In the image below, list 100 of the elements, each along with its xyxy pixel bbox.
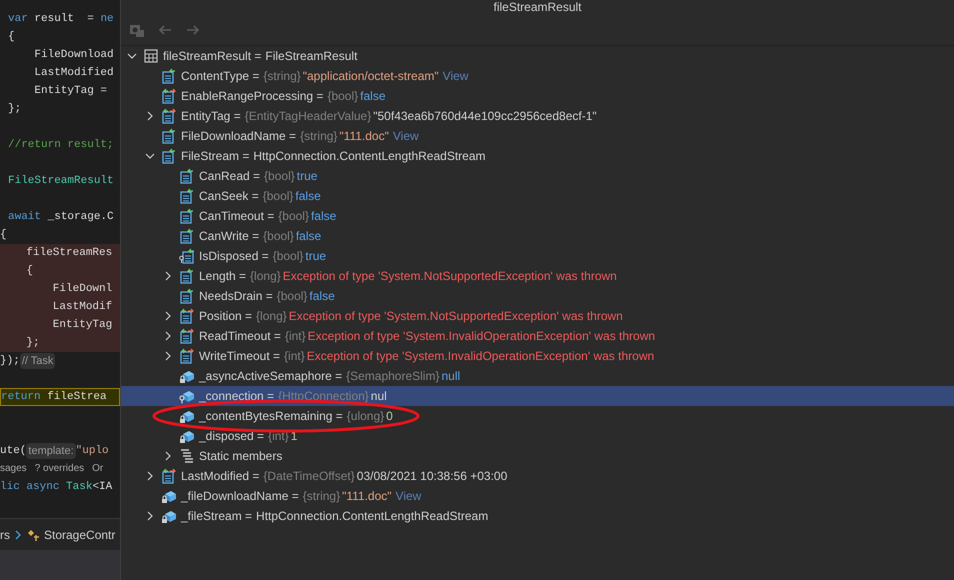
breadcrumb-item[interactable]: StorageContr	[44, 526, 116, 544]
tree-row[interactable]: _contentBytesRemaining = {ulong} 0	[121, 406, 954, 426]
tree-row[interactable]: WriteTimeout = {int} Exception of type 'System.InvalidOperationException' was thrown	[121, 346, 954, 366]
chevron-down-icon[interactable]	[127, 51, 137, 61]
view-link[interactable]: View	[442, 67, 468, 85]
key-field-icon	[179, 388, 195, 404]
variable-name: _fileDownloadName =	[181, 488, 299, 505]
lock-field-icon	[161, 488, 177, 504]
tree-row[interactable]: ContentType = {string} "application/octet-stream" View	[121, 66, 954, 86]
code-text: _storage.C	[46, 210, 114, 225]
property-icon	[179, 188, 195, 204]
variable-type: {HttpConnection}	[278, 388, 369, 405]
variable-value: Exception of type 'System.NotSupportedException' was thrown	[288, 308, 623, 325]
code-text: //return result;	[8, 138, 114, 153]
property-icon	[161, 148, 177, 164]
variable-name: Position =	[199, 308, 252, 325]
class-icon	[26, 528, 40, 542]
variable-value: false	[295, 188, 321, 205]
code-lens[interactable]: ? overrides	[34, 461, 92, 477]
lock-field-icon	[179, 408, 195, 424]
view-link[interactable]: View	[392, 127, 419, 145]
variable-value: null	[441, 368, 460, 385]
chevron-icon	[14, 530, 22, 540]
tree-row[interactable]: Position = {long} Exception of type 'System.NotSupportedException' was thrown	[121, 306, 954, 326]
code-text: FileDownl	[52, 282, 112, 297]
variable-name: CanSeek =	[199, 188, 259, 205]
tree-row[interactable]: FileStream = HttpConnection.ContentLengthReadStream	[121, 146, 954, 166]
variable-type: {bool}	[262, 188, 294, 205]
property-icon	[179, 228, 195, 244]
chevron-right-icon[interactable]	[145, 111, 155, 121]
view-link[interactable]: View	[396, 487, 422, 505]
code-text: EntityTag	[52, 318, 112, 333]
chevron-right-icon[interactable]	[163, 271, 173, 281]
property-icon	[179, 348, 195, 364]
tree-row[interactable]: fileStreamResult = FileStreamResult	[121, 46, 954, 66]
variable-name: NeedsDrain =	[199, 288, 273, 305]
property-icon	[161, 468, 177, 484]
tree-row[interactable]: CanTimeout = {bool} false	[121, 206, 954, 226]
tree-row[interactable]: CanWrite = {bool} false	[121, 226, 954, 246]
code-text: lic	[0, 480, 20, 495]
tree-row[interactable]: EntityTag = {EntityTagHeaderValue} "50f43ea6b760d44e109cc2956ced8ecf-1"	[121, 106, 954, 126]
tree-row[interactable]: CanRead = {bool} true	[121, 166, 954, 186]
code-text: Task	[65, 480, 92, 495]
variable-name: EntityTag =	[181, 108, 241, 125]
variable-type: {bool}	[327, 88, 358, 105]
variable-name: ContentType =	[181, 68, 260, 85]
chevron-down-icon[interactable]	[145, 151, 155, 161]
variable-type: {bool}	[278, 208, 309, 225]
tree-row[interactable]: ReadTimeout = {int} Exception of type 'System.InvalidOperationException' was thrown	[121, 326, 954, 346]
property-icon	[179, 248, 195, 264]
tree-row[interactable]: LastModified = {DateTimeOffset} 03/08/2021 10:38:56 +03:00	[121, 466, 954, 486]
tree-row[interactable]: Static members	[121, 446, 954, 466]
chevron-right-icon[interactable]	[145, 471, 155, 481]
code-text: await	[8, 210, 42, 225]
variable-type: {string}	[263, 68, 301, 85]
code-text: fileStrea	[46, 390, 107, 405]
chevron-right-icon[interactable]	[145, 511, 155, 521]
variable-value: HttpConnection.ContentLengthReadStream	[253, 148, 486, 165]
variable-value: 0	[386, 408, 393, 425]
tree-row[interactable]: IsDisposed = {bool} true	[121, 246, 954, 266]
variable-name: FileDownloadName =	[181, 128, 296, 145]
variable-name: ReadTimeout =	[199, 328, 281, 345]
variable-name: WriteTimeout =	[199, 348, 280, 365]
variable-type: {long}	[256, 308, 287, 325]
variable-value: "111.doc"	[339, 128, 389, 145]
code-text: fileStreamRes	[25, 246, 112, 261]
variable-type: {bool}	[272, 248, 304, 265]
tree-row[interactable]: _fileStream = HttpConnection.ContentLengthReadStream	[121, 506, 954, 526]
code-lens[interactable]: Or	[92, 461, 112, 477]
chevron-right-icon[interactable]	[163, 311, 173, 321]
tree-row[interactable]: EnableRangeProcessing = {bool} false	[121, 86, 954, 106]
variable-name: CanWrite =	[199, 228, 260, 245]
tree-row[interactable]: NeedsDrain = {bool} false	[121, 286, 954, 306]
tree-row[interactable]: _asyncActiveSemaphore = {SemaphoreSlim} null	[121, 366, 954, 386]
variable-type: {SemaphoreSlim}	[346, 368, 440, 385]
variable-value: Exception of type 'System.InvalidOperationException' was thrown	[306, 348, 654, 365]
tree-row[interactable]: FileDownloadName = {string} "111.doc" View	[121, 126, 954, 146]
variable-name: _disposed =	[199, 428, 264, 445]
tree-row[interactable]: CanSeek = {bool} false	[121, 186, 954, 206]
code-text: ute(	[0, 444, 26, 459]
lock-field-icon	[161, 508, 177, 524]
code-lens[interactable]: sages	[0, 461, 35, 477]
code-text: LastModified	[33, 66, 114, 81]
property-icon	[179, 208, 195, 224]
property-icon	[161, 108, 177, 124]
tree-row[interactable]: Length = {long} Exception of type 'System.NotSupportedException' was thrown	[121, 266, 954, 286]
variable-value: false	[310, 208, 336, 225]
chevron-right-icon[interactable]	[163, 451, 173, 461]
tree-row[interactable]: _fileDownloadName = {string} "111.doc" View	[121, 486, 954, 506]
variable-type: {long}	[250, 268, 281, 285]
property-icon	[161, 128, 177, 144]
code-text: "uplo	[76, 444, 109, 459]
breadcrumb-item[interactable]: rs	[0, 526, 10, 544]
chevron-right-icon[interactable]	[163, 331, 173, 341]
variable-value: true	[296, 168, 318, 185]
chevron-right-icon[interactable]	[163, 351, 173, 361]
code-text: });	[0, 354, 20, 369]
tree-row[interactable]: _connection = {HttpConnection} nul	[121, 386, 954, 406]
variable-value: nul	[370, 388, 387, 405]
code-text: result =	[33, 12, 95, 27]
